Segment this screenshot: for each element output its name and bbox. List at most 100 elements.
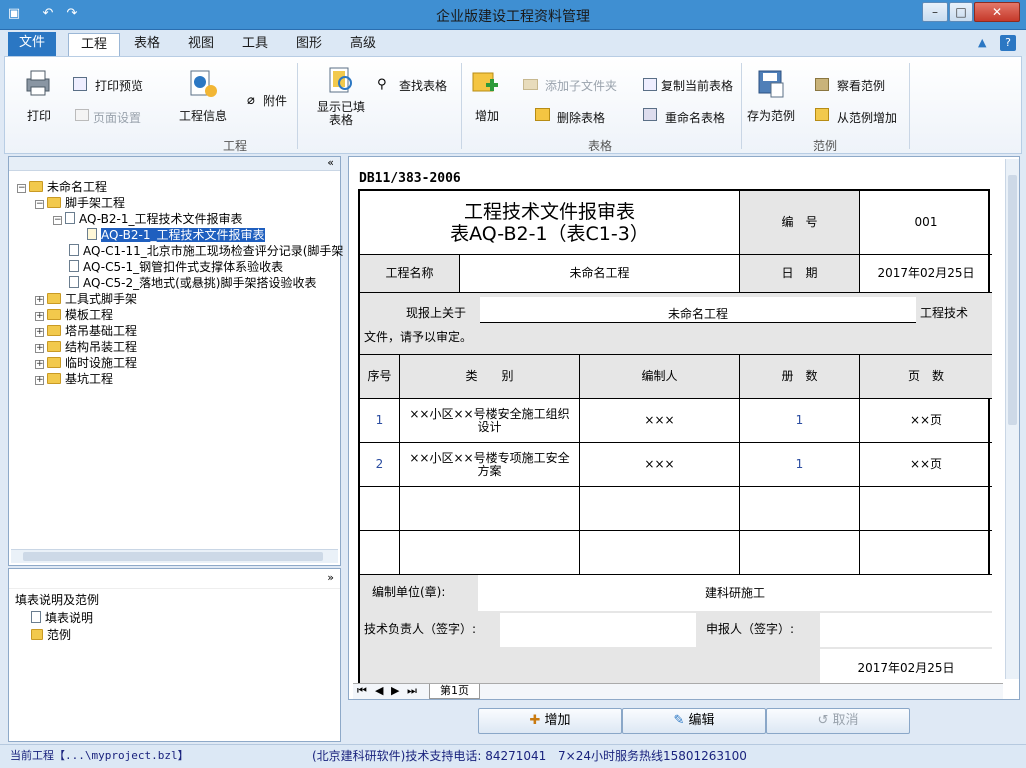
tab-view[interactable]: 视图 — [178, 33, 224, 56]
label-date: 日 期 — [740, 255, 860, 293]
table-cell[interactable] — [400, 531, 580, 575]
print-button[interactable]: 打印 — [27, 107, 51, 124]
last-sheet-icon[interactable]: ⏭ — [407, 684, 417, 698]
tab-table[interactable]: 表格 — [124, 33, 170, 56]
show-filled-icon — [327, 65, 357, 97]
sheet-tab-bar: ⏮ ◀ ▶ ⏭ 第1页 — [353, 683, 1003, 699]
prev-sheet-icon[interactable]: ◀ — [375, 684, 383, 698]
value-unit[interactable]: 建科研施工 — [478, 575, 992, 611]
tab-project[interactable]: 工程 — [68, 33, 120, 56]
rename-table-icon — [643, 108, 657, 121]
add-from-example-button[interactable]: 从范例增加 — [837, 109, 897, 126]
help-item-example[interactable]: 范例 — [31, 626, 71, 643]
minimize-button[interactable]: – — [922, 2, 948, 22]
document-view: DB11/383-2006 工程技术文件报审表 表AQ-B2-1（表C1-3） 编… — [348, 156, 1020, 700]
table-cell[interactable]: 1 — [740, 443, 860, 487]
document-vscroll[interactable] — [1005, 159, 1019, 679]
collapse-pane-icon[interactable]: « — [9, 157, 340, 171]
find-table-button[interactable]: 查找表格 — [399, 77, 447, 94]
title-bar: ▣ ↶ ↷ 企业版建设工程资料管理 – □ ✕ — [0, 0, 1026, 30]
tab-graphics[interactable]: 图形 — [286, 33, 332, 56]
table-cell[interactable] — [740, 487, 860, 531]
table-cell[interactable]: ××页 — [860, 443, 992, 487]
group-label-example: 范例 — [812, 139, 837, 153]
close-button[interactable]: ✕ — [974, 2, 1020, 22]
table-cell[interactable] — [860, 487, 992, 531]
tree-node-tool-scaffold[interactable]: + 工具式脚手架 — [35, 291, 137, 307]
view-example-button[interactable]: 察看范例 — [837, 77, 885, 94]
tab-advanced[interactable]: 高级 — [340, 33, 386, 56]
value-project-name[interactable]: 未命名工程 — [460, 255, 740, 293]
tech-lead-signature-field[interactable] — [500, 613, 696, 647]
status-support: (北京建科研软件)技术支持电话: 84271041 — [312, 749, 547, 763]
tree-node-aq-c1-11[interactable]: AQ-C1-11_北京市施工现场检查评分记录(脚手架 — [69, 243, 343, 259]
tree-node-aq-b2-1[interactable]: − AQ-B2-1_工程技术文件报审表 — [53, 211, 243, 227]
tree-node-aq-c5-1[interactable]: AQ-C5-1_钢管扣件式支撑体系验收表 — [69, 259, 283, 275]
tab-tools[interactable]: 工具 — [232, 33, 278, 56]
table-cell[interactable]: ××小区××号楼专项施工安全方案 — [400, 443, 580, 487]
table-cell[interactable] — [860, 531, 992, 575]
value-date[interactable]: 2017年02月25日 — [860, 255, 992, 293]
collapse-ribbon-icon[interactable]: ▲ — [978, 36, 986, 49]
attachment-button[interactable]: 附件 — [263, 92, 287, 109]
view-example-icon — [815, 78, 829, 91]
tree-node-crane-foundation[interactable]: + 塔吊基础工程 — [35, 323, 137, 339]
table-cell[interactable] — [360, 487, 400, 531]
tree-node-temporary[interactable]: + 临时设施工程 — [35, 355, 137, 371]
show-filled-button[interactable]: 显示已填 表格 — [317, 101, 365, 127]
applicant-signature-field[interactable] — [820, 613, 992, 647]
table-cell[interactable] — [580, 487, 740, 531]
next-sheet-icon[interactable]: ▶ — [391, 684, 399, 698]
tree-hscroll[interactable] — [11, 549, 338, 563]
value-number[interactable]: 001 — [860, 191, 992, 255]
col-header-volumes: 册 数 — [740, 355, 860, 399]
save-as-example-button[interactable]: 存为范例 — [747, 107, 795, 124]
table-cell[interactable]: ××× — [580, 399, 740, 443]
expand-pane-icon[interactable]: » — [9, 569, 340, 589]
help-pane: » 填表说明及范例 填表说明 范例 — [8, 568, 341, 742]
tree-node-formwork[interactable]: + 模板工程 — [35, 307, 113, 323]
table-cell[interactable] — [580, 531, 740, 575]
report-project-field[interactable]: 未命名工程 — [480, 297, 916, 323]
table-cell[interactable] — [360, 531, 400, 575]
save-as-example-icon — [757, 69, 787, 99]
project-info-button[interactable]: 工程信息 — [179, 107, 227, 124]
help-pane-title: 填表说明及范例 — [15, 593, 100, 607]
signature-date[interactable]: 2017年02月25日 — [820, 649, 992, 687]
add-record-button[interactable]: ✚ 增加 — [478, 708, 622, 734]
add-button[interactable]: 增加 — [475, 107, 499, 124]
tree-node-aq-c5-2[interactable]: AQ-C5-2_落地式(或悬挑)脚手架搭设验收表 — [69, 275, 316, 291]
rename-table-button[interactable]: 重命名表格 — [665, 109, 725, 126]
edit-button[interactable]: ✎ 编辑 — [622, 708, 766, 734]
copy-current-table-button[interactable]: 复制当前表格 — [661, 77, 733, 94]
tree-node-pit[interactable]: + 基坑工程 — [35, 371, 113, 387]
add-child-folder-button[interactable]: 添加子文件夹 — [545, 77, 617, 94]
table-cell[interactable]: ××页 — [860, 399, 992, 443]
table-cell[interactable]: ××小区××号楼安全施工组织设计 — [400, 399, 580, 443]
add-from-example-icon — [815, 108, 829, 121]
tree-node-aq-b2-1-page[interactable]: AQ-B2-1_工程技术文件报审表 — [87, 227, 265, 243]
cancel-button[interactable]: ↺ 取消 — [766, 708, 910, 734]
tree-node-scaffold[interactable]: − 脚手架工程 — [35, 195, 125, 211]
print-preview-button[interactable]: 打印预览 — [95, 77, 143, 94]
delete-table-button[interactable]: 删除表格 — [557, 109, 605, 126]
tab-file[interactable]: 文件 — [8, 32, 56, 56]
sheet-tab-1[interactable]: 第1页 — [429, 684, 480, 699]
page-setup-button[interactable]: 页面设置 — [93, 109, 141, 126]
ribbon-tabs: 文件 工程 表格 视图 工具 图形 高级 ▲ ? — [0, 30, 1026, 56]
table-cell[interactable]: 1 — [740, 399, 860, 443]
table-cell[interactable] — [740, 531, 860, 575]
table-cell[interactable]: 2 — [360, 443, 400, 487]
table-cell[interactable] — [400, 487, 580, 531]
help-item-instructions[interactable]: 填表说明 — [31, 609, 93, 626]
add-table-icon — [471, 69, 501, 99]
status-bar: 当前工程【...\myproject.bzl】 (北京建科研软件)技术支持电话:… — [0, 744, 1026, 768]
first-sheet-icon[interactable]: ⏮ — [357, 684, 367, 698]
tree-node-root[interactable]: − 未命名工程 — [17, 179, 107, 195]
help-icon[interactable]: ? — [1000, 35, 1016, 51]
col-header-pages: 页 数 — [860, 355, 992, 399]
table-cell[interactable]: ××× — [580, 443, 740, 487]
maximize-button[interactable]: □ — [949, 2, 973, 22]
table-cell[interactable]: 1 — [360, 399, 400, 443]
tree-node-lifting[interactable]: + 结构吊装工程 — [35, 339, 137, 355]
